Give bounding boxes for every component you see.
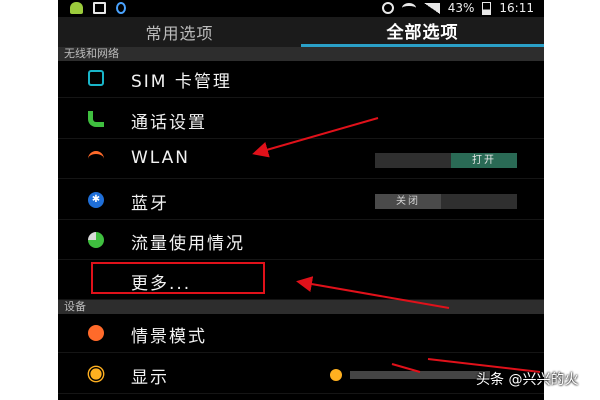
setting-label: 流量使用情况 [131, 234, 245, 254]
notification-icon [116, 2, 126, 14]
watermark: 头条 @兴兴的火 [476, 372, 579, 388]
battery-percent: 43% [447, 1, 475, 15]
setting-item-wlan[interactable]: WLAN 打开 [58, 139, 544, 179]
brightness-icon [90, 368, 102, 380]
tab-all-options[interactable]: 全部选项 [301, 17, 544, 47]
setting-label: SIM 卡管理 [131, 72, 232, 92]
status-bar: 43% 16:11 [58, 0, 544, 17]
phone-screen: 43% 16:11 常用选项 全部选项 无线和网络 SIM 卡管理 通话设置 W… [58, 0, 544, 400]
setting-label: 显示 [131, 368, 169, 388]
battery-icon [482, 1, 492, 15]
brightness-slider-icon [330, 369, 342, 381]
setting-item-sim[interactable]: SIM 卡管理 [58, 58, 544, 98]
section-header-device: 设备 [58, 300, 544, 314]
setting-item-scene-mode[interactable]: 情景模式 [58, 313, 544, 353]
setting-label: 蓝牙 [131, 194, 169, 214]
wifi-icon [88, 151, 104, 167]
bluetooth-toggle[interactable]: 关闭 [375, 194, 517, 209]
wlan-toggle-state: 打开 [451, 153, 517, 168]
setting-item-bluetooth[interactable]: ✱ 蓝牙 关闭 [58, 180, 544, 220]
phone-icon [88, 111, 104, 127]
setting-label: 通话设置 [131, 113, 207, 133]
setting-label: WLAN [131, 148, 191, 168]
alarm-icon [381, 2, 394, 14]
settings-tabs: 常用选项 全部选项 [58, 17, 544, 47]
tab-common-options[interactable]: 常用选项 [58, 17, 301, 47]
bluetooth-toggle-state: 关闭 [375, 194, 441, 209]
scene-mode-icon [88, 325, 104, 341]
android-icon [70, 2, 83, 14]
setting-label: 情景模式 [131, 327, 207, 347]
setting-item-call[interactable]: 通话设置 [58, 99, 544, 139]
image-icon [93, 2, 106, 14]
signal-icon [423, 2, 440, 14]
brightness-slider[interactable] [330, 367, 490, 381]
bluetooth-icon: ✱ [88, 192, 104, 208]
wifi-status-icon [401, 3, 416, 13]
wlan-toggle[interactable]: 打开 [375, 153, 517, 168]
clock: 16:11 [499, 1, 534, 15]
setting-item-data-usage[interactable]: 流量使用情况 [58, 220, 544, 260]
sim-card-icon [88, 70, 104, 86]
brightness-slider-track[interactable] [350, 371, 490, 379]
annotation-highlight-box [91, 262, 265, 294]
data-usage-icon [88, 232, 104, 248]
